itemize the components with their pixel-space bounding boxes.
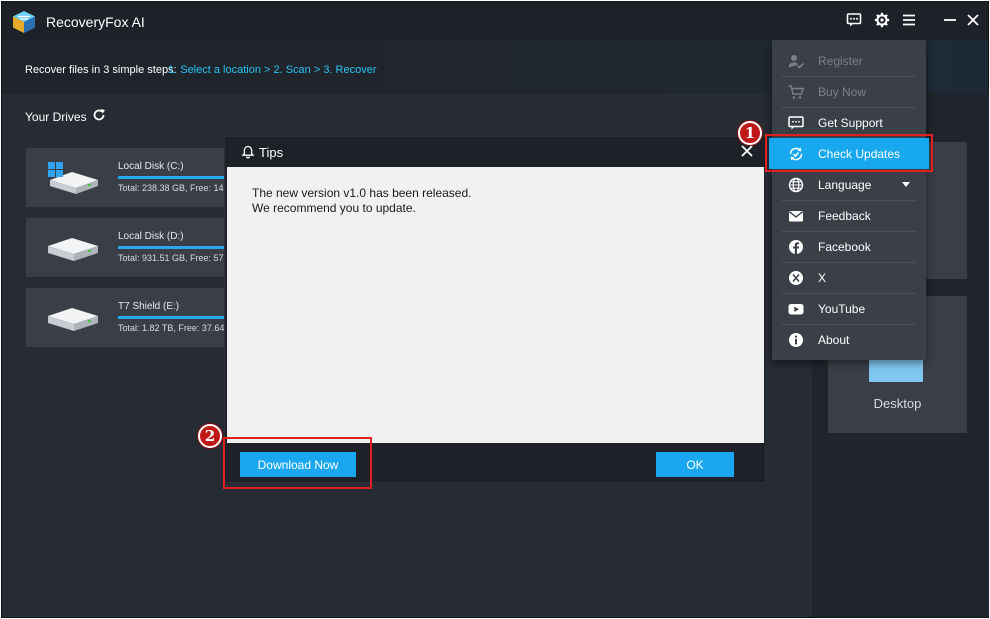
highlight-download-now [223,437,372,489]
user-check-icon [788,55,804,69]
dialog-message-line2: We recommend you to update. [252,201,416,215]
title-bar: RecoveryFox AI [2,2,988,40]
drive-card-e[interactable]: T7 Shield (E:) Total: 1.82 TB, Free: 37.… [26,288,246,347]
menu-item-label: Buy Now [818,85,867,99]
step-badge-2: 2 [198,424,222,448]
hard-drive-icon [48,238,98,261]
menu-item-label: YouTube [818,302,866,316]
feedback-chat-icon[interactable] [845,11,863,29]
steps-links-text: 1. Select a location > 2. Scan > 3. Reco… [168,64,377,76]
close-window-icon[interactable] [964,11,982,29]
menu-item-about[interactable]: About [772,324,926,355]
hard-drive-icon [48,308,98,331]
settings-dropdown-menu: Register Buy Now Get Support Check Updat… [769,40,929,360]
hard-drive-icon [48,162,98,194]
close-icon[interactable] [739,143,755,159]
app-title: RecoveryFox AI [46,14,145,30]
dialog-body: The new version v1.0 has been released. … [227,167,764,443]
bell-icon [241,145,255,159]
globe-icon [788,177,804,193]
highlight-check-updates [765,134,933,172]
menu-item-register[interactable]: Register [772,45,926,76]
app-logo-icon [13,11,35,33]
drive-name: Local Disk (C:) [118,161,184,172]
drive-name: T7 Shield (E:) [118,301,180,312]
drive-card-c[interactable]: Local Disk (C:) Total: 238.38 GB, Free: … [26,148,246,207]
menu-item-facebook[interactable]: Facebook [772,231,926,262]
dialog-title: Tips [259,145,284,160]
steps-prefix-text: Recover files in 3 simple steps: [25,64,177,76]
dialog-header: Tips [225,137,765,167]
menu-hamburger-icon[interactable] [900,11,918,29]
chevron-down-icon [902,182,910,187]
menu-item-label: Feedback [818,209,871,223]
menu-item-label: About [818,333,850,347]
menu-item-label: X [818,271,827,285]
chat-icon [788,116,804,130]
menu-item-language[interactable]: Language [772,169,926,200]
menu-item-label: Language [818,178,872,192]
menu-item-buy-now[interactable]: Buy Now [772,76,926,107]
minimize-icon[interactable] [941,11,959,29]
menu-item-youtube[interactable]: YouTube [772,293,926,324]
your-drives-heading: Your Drives [25,110,87,124]
drive-name: Local Disk (D:) [118,231,184,242]
ok-button[interactable]: OK [656,452,734,477]
x-logo-icon [789,271,803,285]
step-badge-1: 1 [738,121,762,145]
menu-item-label: Register [818,54,863,68]
refresh-icon[interactable] [92,108,106,122]
menu-item-feedback[interactable]: Feedback [772,200,926,231]
settings-gear-icon[interactable] [873,11,891,29]
menu-item-x[interactable]: X [772,262,926,293]
envelope-icon [789,211,803,222]
menu-item-label: Get Support [818,116,883,130]
menu-item-label: Facebook [818,240,871,254]
youtube-icon [788,304,804,315]
cart-icon [788,85,804,99]
desktop-label: Desktop [873,396,922,411]
facebook-icon [789,240,803,254]
drive-card-d[interactable]: Local Disk (D:) Total: 931.51 GB, Free: … [26,218,246,277]
info-icon [789,333,803,347]
dialog-message-line1: The new version v1.0 has been released. [252,186,472,200]
tips-dialog: Tips The new version v1.0 has been relea… [224,136,766,483]
